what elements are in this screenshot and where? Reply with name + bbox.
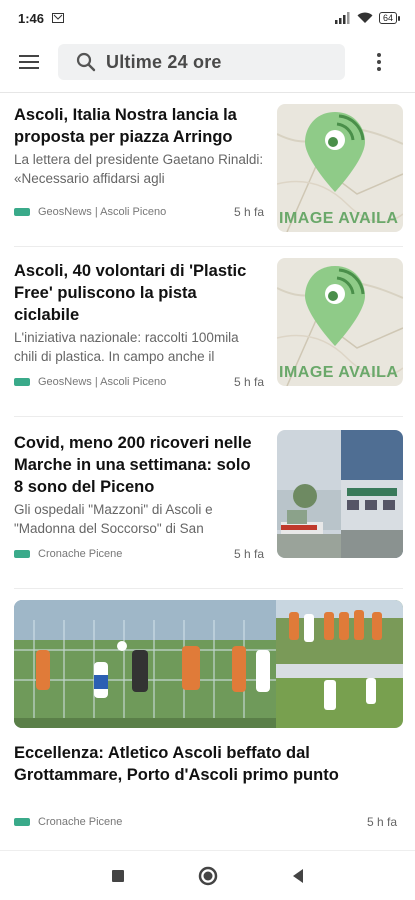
news-meta: GeosNews | Ascoli Piceno 5 h fa xyxy=(14,205,264,219)
news-card-text: Covid, meno 200 ricoveri nelle Marche in… xyxy=(14,432,264,538)
more-vertical-icon xyxy=(377,53,381,71)
search-query: Ultime 24 ore xyxy=(106,51,222,72)
news-meta: Cronache Picene 5 h fa xyxy=(14,547,264,561)
news-source: GeosNews | Ascoli Piceno xyxy=(38,376,167,388)
top-bar: Ultime 24 ore xyxy=(0,38,415,86)
recents-button[interactable] xyxy=(108,866,128,886)
source-tag-icon xyxy=(14,818,30,826)
news-hero-image[interactable] xyxy=(14,600,403,728)
image-placeholder-text: IMAGE AVAILA xyxy=(279,210,399,227)
news-source: Cronache Picene xyxy=(38,548,123,560)
news-snippet: La lettera del presidente Gaetano Rinald… xyxy=(14,152,264,186)
hamburger-menu-icon xyxy=(19,55,39,69)
news-source: GeosNews | Ascoli Piceno xyxy=(38,206,167,218)
news-thumbnail[interactable] xyxy=(277,430,403,558)
news-title[interactable]: Ascoli, Italia Nostra lancia la proposta… xyxy=(14,104,264,148)
news-card[interactable]: Covid, meno 200 ricoveri nelle Marche in… xyxy=(0,430,415,580)
more-options-button[interactable] xyxy=(359,38,399,86)
wifi-icon xyxy=(357,12,373,23)
news-meta: Cronache Picene 5 h fa xyxy=(14,815,397,829)
search-icon xyxy=(76,52,96,72)
header-divider xyxy=(0,92,415,93)
image-placeholder-text: IMAGE AVAILA xyxy=(279,364,399,381)
news-thumbnail[interactable]: IMAGE AVAILA xyxy=(277,258,403,386)
status-time: 1:46 xyxy=(18,10,45,26)
news-meta: GeosNews | Ascoli Piceno 5 h fa xyxy=(14,375,264,389)
divider xyxy=(14,416,403,417)
back-button[interactable] xyxy=(288,866,308,886)
square-icon xyxy=(111,869,124,882)
home-button[interactable] xyxy=(198,866,218,886)
news-title[interactable]: Ascoli, 40 volontari di 'Plastic Free' p… xyxy=(14,260,264,326)
news-card-text: Ascoli, Italia Nostra lancia la proposta… xyxy=(14,104,264,188)
divider xyxy=(14,588,403,589)
notification-icon xyxy=(52,13,65,23)
battery-icon: 64 xyxy=(378,12,401,24)
news-snippet: L'iniziativa nazionale: raccolti 100mila… xyxy=(14,330,239,364)
news-snippet: Gli ospedali "Mazzoni" di Ascoli e "Mado… xyxy=(14,502,213,536)
news-source: Cronache Picene xyxy=(38,816,123,828)
news-time: 5 h fa xyxy=(366,815,397,829)
signal-icon xyxy=(334,12,350,24)
divider xyxy=(14,246,403,247)
source-tag-icon xyxy=(14,378,30,386)
news-thumbnail[interactable]: IMAGE AVAILA xyxy=(277,104,403,232)
status-left: 1:46 xyxy=(18,10,65,26)
status-bar: 1:46 64 xyxy=(0,0,415,36)
news-card[interactable]: Ascoli, 40 volontari di 'Plastic Free' p… xyxy=(0,258,415,408)
back-triangle-icon xyxy=(292,868,303,883)
news-title[interactable]: Eccellenza: Atletico Ascoli beffato dal … xyxy=(14,742,403,786)
search-bar[interactable]: Ultime 24 ore xyxy=(58,44,345,80)
menu-button[interactable] xyxy=(0,38,58,86)
news-time: 5 h fa xyxy=(233,375,264,389)
news-card-text: Ascoli, 40 volontari di 'Plastic Free' p… xyxy=(14,260,264,366)
news-card[interactable]: Ascoli, Italia Nostra lancia la proposta… xyxy=(0,104,415,244)
circle-icon xyxy=(198,866,217,885)
system-nav-bar xyxy=(0,850,415,900)
status-right: 64 xyxy=(334,12,401,24)
news-time: 5 h fa xyxy=(233,205,264,219)
news-card-large[interactable]: Eccellenza: Atletico Ascoli beffato dal … xyxy=(0,600,415,840)
news-time: 5 h fa xyxy=(233,547,264,561)
news-title[interactable]: Covid, meno 200 ricoveri nelle Marche in… xyxy=(14,432,264,498)
source-tag-icon xyxy=(14,550,30,558)
source-tag-icon xyxy=(14,208,30,216)
